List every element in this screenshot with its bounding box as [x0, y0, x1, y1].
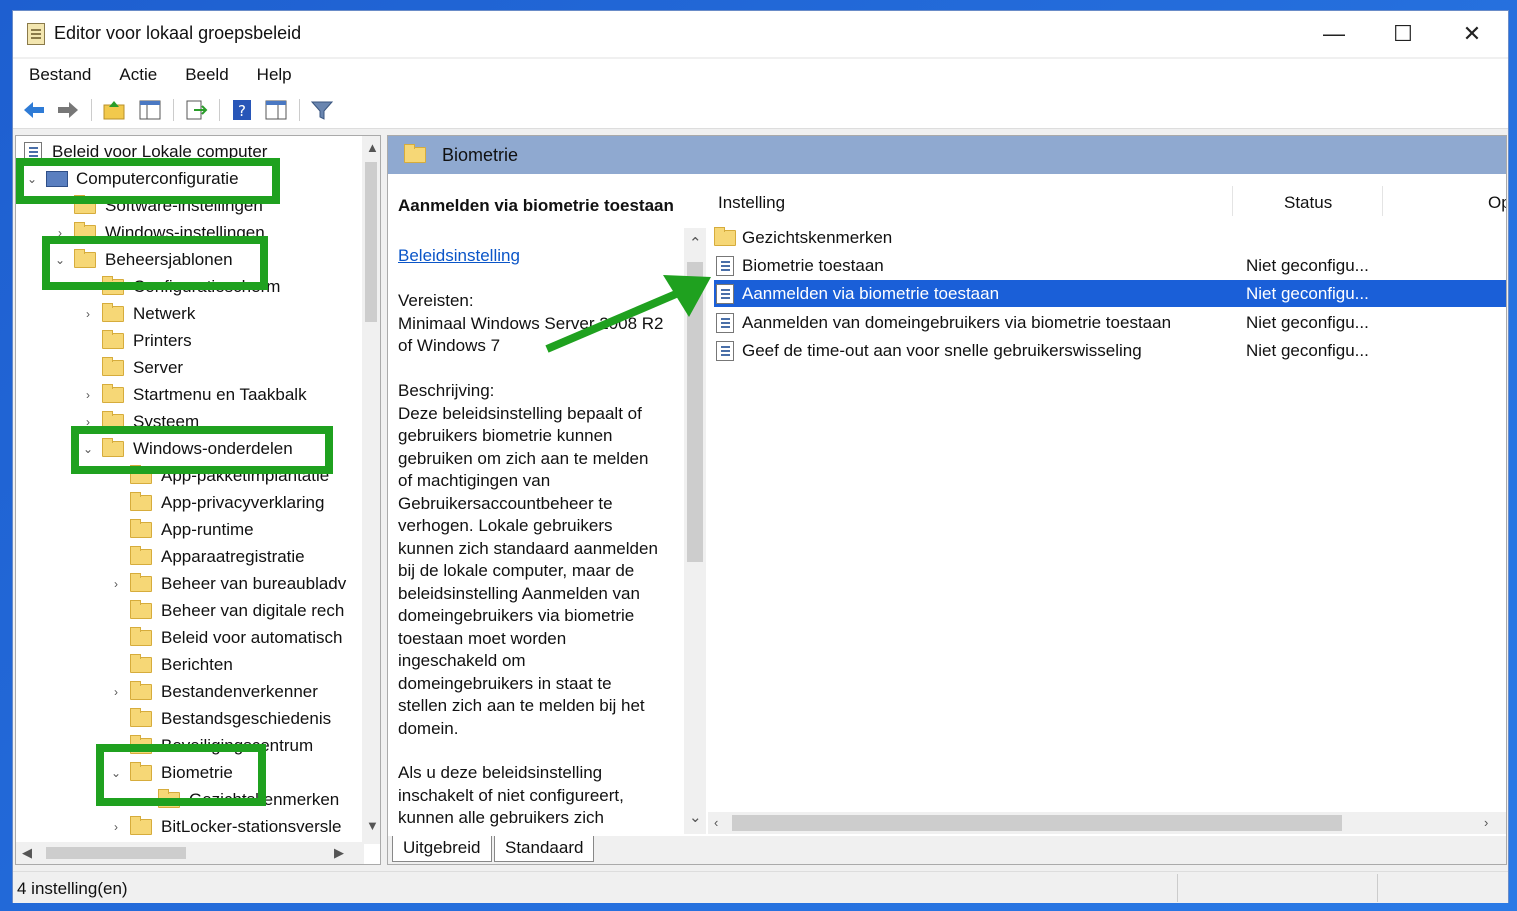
settings-list: Instelling Status Opmerking Gezichtskenm…	[708, 174, 1506, 834]
list-row-time-out[interactable]: Geef de time-out aan voor snelle gebruik…	[714, 337, 1506, 364]
chevron-right-icon[interactable]: ›	[80, 307, 96, 321]
folder-icon	[102, 303, 124, 322]
pane-header-title: Biometrie	[442, 144, 519, 165]
scroll-up-icon[interactable]: ⌃	[689, 234, 702, 252]
folder-icon	[130, 681, 152, 700]
tree-item-bestandenverkenner[interactable]: › Bestandenverkenner	[108, 679, 318, 705]
folder-icon	[404, 144, 426, 163]
status-text: 4 instelling(en)	[17, 879, 128, 898]
folder-icon	[130, 627, 152, 646]
column-opmerking[interactable]: Opmerking	[1488, 184, 1506, 222]
tab-standaard[interactable]: Standaard	[494, 836, 595, 862]
annotation-arrow-icon	[545, 275, 711, 353]
list-row-biometrie-toestaan[interactable]: Biometrie toestaan Niet geconfigu...	[714, 252, 1506, 279]
scroll-down-icon[interactable]: ⌄	[689, 808, 702, 826]
folder-icon	[130, 600, 152, 619]
highlight-biometrie	[96, 744, 266, 806]
menu-bar: Bestand Actie Beeld Help	[13, 59, 1508, 91]
details-pane: Biometrie Aanmelden via biometrie toesta…	[387, 135, 1507, 865]
toolbar: ?	[13, 91, 1508, 129]
properties-icon[interactable]	[263, 97, 289, 123]
highlight-windows-onderdelen	[71, 426, 333, 474]
scroll-down-icon[interactable]: ▼	[366, 818, 379, 833]
maximize-button[interactable]: ☐	[1369, 11, 1437, 57]
filter-icon[interactable]	[309, 97, 335, 123]
chevron-right-icon[interactable]: ›	[108, 685, 124, 699]
folder-icon	[130, 519, 152, 538]
forward-icon[interactable]	[55, 97, 81, 123]
minimize-button[interactable]: —	[1300, 11, 1368, 57]
show-hide-tree-icon[interactable]	[137, 97, 163, 123]
folder-icon	[130, 708, 152, 727]
list-horizontal-scrollbar[interactable]: ‹ ›	[708, 812, 1506, 834]
scroll-up-icon[interactable]: ▲	[366, 140, 379, 155]
list-row-domeingebruikers[interactable]: Aanmelden van domeingebruikers via biome…	[714, 309, 1506, 336]
tree-item-server[interactable]: Server	[80, 355, 183, 381]
tree-item-netwerk[interactable]: › Netwerk	[80, 301, 195, 327]
folder-icon	[102, 330, 124, 349]
tree-vscroll-thumb[interactable]	[365, 162, 377, 322]
tree-item-apparaatregistratie[interactable]: Apparaatregistratie	[108, 544, 305, 570]
chevron-right-icon[interactable]: ›	[108, 577, 124, 591]
highlight-computerconfiguratie	[16, 158, 280, 204]
description-heading: Aanmelden via biometrie toestaan	[398, 196, 674, 215]
tree-item-beheer-bureaublad[interactable]: › Beheer van bureaubladv	[108, 571, 346, 597]
title-bar: Editor voor lokaal groepsbeleid — ☐ ✕	[13, 11, 1508, 57]
scroll-left-icon[interactable]: ‹	[714, 815, 718, 830]
list-row-aanmelden-biometrie[interactable]: Aanmelden via biometrie toestaan Niet ge…	[714, 280, 1506, 307]
view-tabs: Uitgebreid Standaard	[388, 836, 1506, 864]
tree-item-beheer-digitale[interactable]: Beheer van digitale rech	[108, 598, 344, 624]
folder-icon	[102, 357, 124, 376]
tree-item-startmenu[interactable]: › Startmenu en Taakbalk	[80, 382, 307, 408]
menu-help[interactable]: Help	[241, 59, 304, 91]
menu-bestand[interactable]: Bestand	[13, 59, 103, 91]
list-hscroll-thumb[interactable]	[732, 815, 1342, 831]
policy-setting-link[interactable]: Beleidsinstelling	[398, 246, 520, 266]
help-icon[interactable]: ?	[229, 97, 255, 123]
column-instelling[interactable]: Instelling	[718, 184, 785, 222]
list-row-gezichtskenmerken[interactable]: Gezichtskenmerken	[714, 224, 1506, 251]
tree-item-printers[interactable]: Printers	[80, 328, 192, 354]
tree-item-bestandsgeschiedenis[interactable]: Bestandsgeschiedenis	[108, 706, 331, 732]
scroll-right-icon[interactable]: ▶	[334, 845, 344, 861]
scroll-left-icon[interactable]: ◀	[22, 845, 32, 861]
highlight-beheersjablonen	[42, 236, 268, 290]
chevron-right-icon[interactable]: ›	[80, 388, 96, 402]
export-list-icon[interactable]	[183, 97, 209, 123]
window-title: Editor voor lokaal groepsbeleid	[54, 23, 302, 43]
close-button[interactable]: ✕	[1438, 11, 1506, 57]
folder-icon	[130, 546, 152, 565]
tree-item-bitlocker[interactable]: › BitLocker-stationsversle	[108, 814, 341, 840]
tree-vertical-scrollbar[interactable]: ▲ ▼	[362, 136, 380, 844]
tree-horizontal-scrollbar[interactable]: ◀ ▶	[16, 842, 364, 864]
tree-item-app-privacy[interactable]: App-privacyverklaring	[108, 490, 324, 516]
chevron-right-icon[interactable]: ›	[108, 820, 124, 834]
folder-icon	[130, 654, 152, 673]
description-text: Beschrijving: Deze beleidsinstelling bep…	[398, 381, 658, 738]
folder-icon	[130, 816, 152, 835]
up-folder-icon[interactable]	[101, 97, 127, 123]
folder-icon	[130, 573, 152, 592]
tree-item-app-runtime[interactable]: App-runtime	[108, 517, 254, 543]
tree-item-beleid-automatisch[interactable]: Beleid voor automatisch	[108, 625, 342, 651]
gpedit-window: Editor voor lokaal groepsbeleid — ☐ ✕ Be…	[12, 10, 1509, 903]
scroll-right-icon[interactable]: ›	[1484, 815, 1488, 830]
back-icon[interactable]	[21, 97, 47, 123]
column-status[interactable]: Status	[1284, 184, 1332, 222]
status-bar: 4 instelling(en)	[13, 871, 1508, 903]
gpedit-app-icon	[27, 23, 45, 45]
policy-tree: Beleid voor Lokale computer ⌄ Computercon…	[15, 135, 381, 865]
folder-icon	[130, 492, 152, 511]
tab-uitgebreid[interactable]: Uitgebreid	[392, 836, 492, 862]
description-text-2: Als u deze beleidsinstelling inschakelt …	[398, 763, 624, 834]
folder-icon	[102, 384, 124, 403]
folder-icon	[714, 227, 736, 246]
menu-actie[interactable]: Actie	[103, 59, 169, 91]
svg-text:?: ?	[238, 102, 246, 120]
menu-beeld[interactable]: Beeld	[169, 59, 240, 91]
tree-item-berichten[interactable]: Berichten	[108, 652, 233, 678]
pane-header: Biometrie	[388, 136, 1506, 174]
tree-hscroll-thumb[interactable]	[46, 847, 186, 859]
